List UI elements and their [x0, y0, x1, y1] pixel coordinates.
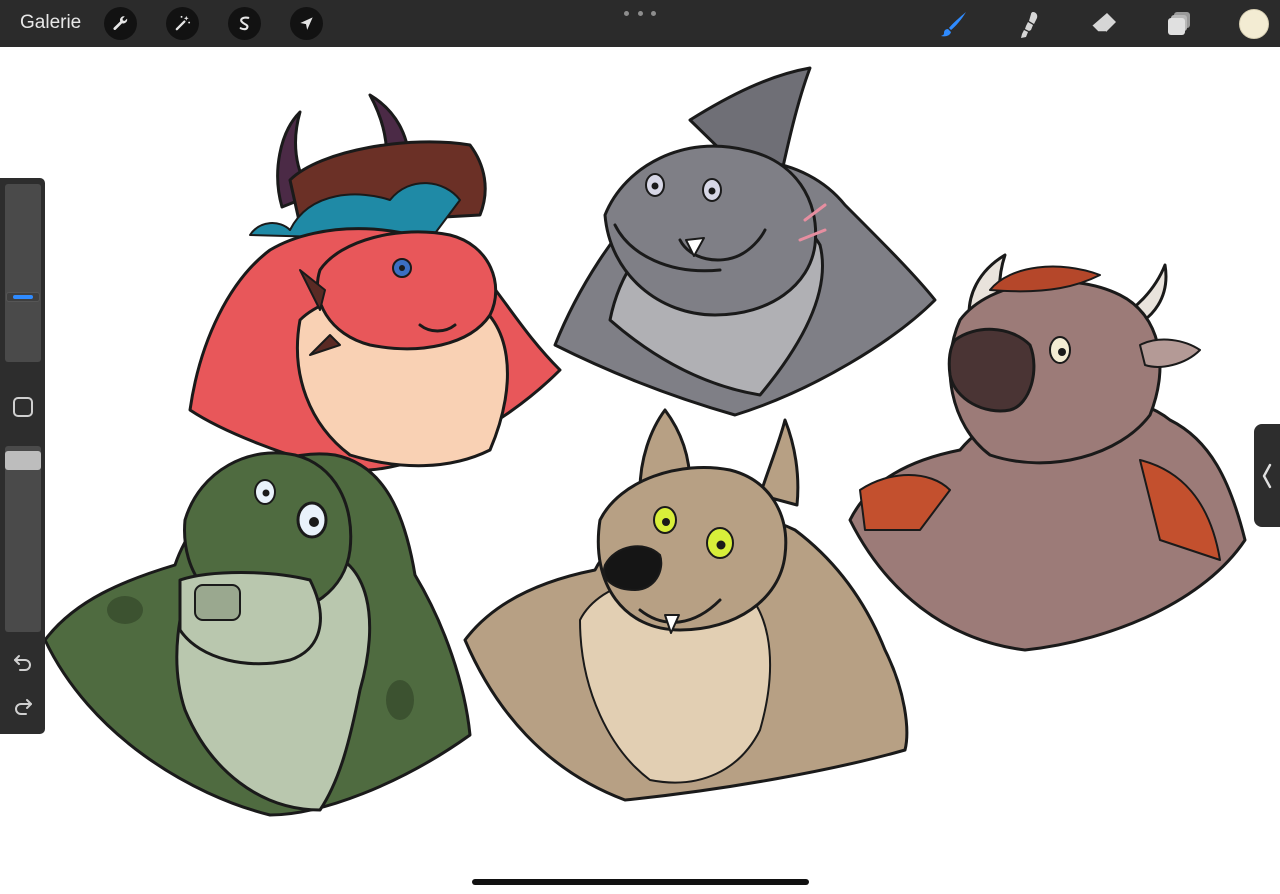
- opacity-slider-thumb[interactable]: [5, 451, 41, 470]
- home-indicator[interactable]: [472, 879, 809, 885]
- undo-icon: [14, 655, 31, 671]
- brush-tool-button[interactable]: [937, 7, 971, 41]
- brush-size-slider-thumb[interactable]: [6, 292, 40, 302]
- drawing-canvas[interactable]: [0, 47, 1280, 894]
- gallery-button[interactable]: Galerie: [20, 12, 81, 34]
- dot-icon: [624, 10, 629, 16]
- transform-button[interactable]: [290, 7, 323, 40]
- color-picker-button[interactable]: [1239, 9, 1269, 39]
- magic-wand-icon: [175, 15, 191, 31]
- eraser-icon: [1091, 13, 1116, 33]
- brown-wolf-sketch: [463, 408, 909, 802]
- opacity-slider[interactable]: [5, 446, 41, 632]
- selection-icon: [239, 16, 250, 31]
- brush-icon: [941, 12, 966, 37]
- smudge-tool-button[interactable]: [1012, 7, 1046, 41]
- transform-arrow-icon: [300, 17, 313, 30]
- grey-shark-sketch: [553, 66, 937, 417]
- dot-icon: [651, 10, 656, 16]
- more-options-button[interactable]: [624, 8, 656, 18]
- green-crocodile-sketch: [43, 451, 472, 817]
- actions-wrench-button[interactable]: [104, 7, 137, 40]
- wrench-icon: [113, 16, 128, 30]
- redo-icon: [15, 699, 32, 715]
- chevron-left-icon: [1262, 463, 1272, 488]
- dot-icon: [637, 10, 643, 16]
- adjustments-button[interactable]: [166, 7, 199, 40]
- undo-button[interactable]: [11, 650, 35, 674]
- redo-button[interactable]: [11, 694, 35, 718]
- modify-square-icon[interactable]: [13, 397, 33, 417]
- selection-button[interactable]: [228, 7, 261, 40]
- layers-icon: [1168, 12, 1190, 35]
- brush-size-slider[interactable]: [5, 184, 41, 362]
- left-sidebar: [0, 178, 45, 734]
- red-dragon-sketch: [188, 93, 562, 472]
- smudge-icon: [1021, 12, 1038, 38]
- artwork: [43, 66, 1247, 817]
- top-toolbar: Galerie: [0, 0, 1280, 47]
- layers-button[interactable]: [1162, 7, 1196, 41]
- eraser-tool-button[interactable]: [1087, 7, 1121, 41]
- side-panel-handle[interactable]: [1254, 424, 1280, 527]
